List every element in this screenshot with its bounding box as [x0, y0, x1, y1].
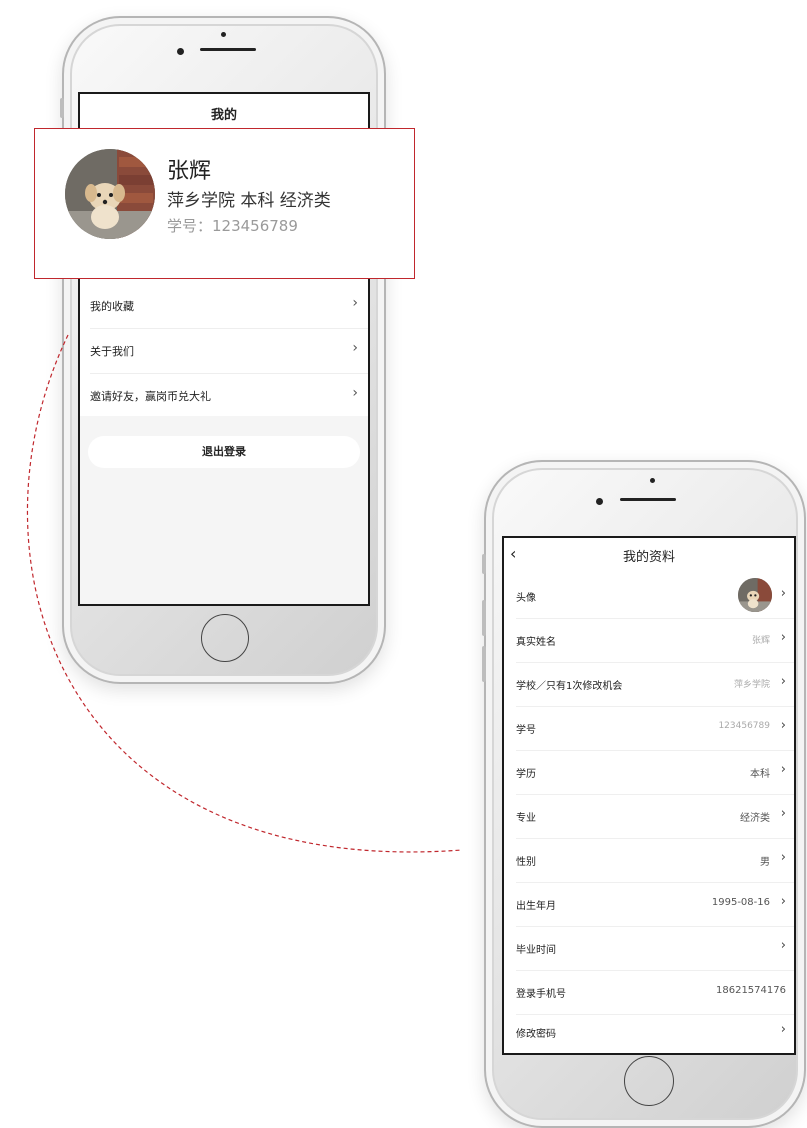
chevron-right-icon: › — [780, 1022, 786, 1037]
home-button[interactable] — [624, 1056, 674, 1106]
profile-row-gender[interactable]: 性别 男 › — [504, 838, 794, 881]
page-title: 我的 — [210, 108, 237, 123]
front-camera — [596, 498, 603, 505]
menu-item-favorites[interactable]: 我的收藏 › — [80, 284, 368, 328]
row-value: 123456789 — [718, 721, 770, 731]
avatar — [65, 149, 155, 239]
row-value: 1995-08-16 — [711, 897, 770, 908]
chevron-right-icon: › — [352, 340, 358, 356]
user-school-info: 萍乡学院 本科 经济类 — [167, 191, 331, 211]
row-value: 本科 — [750, 769, 770, 780]
profile-row-change-password[interactable]: 修改密码 › — [504, 1010, 794, 1053]
chevron-right-icon: › — [780, 938, 786, 953]
menu-item-label: 邀请好友，赢岗币兑大礼 — [90, 390, 211, 403]
row-value: 萍乡学院 — [733, 680, 770, 690]
chevron-right-icon: › — [352, 295, 358, 311]
profile-row-real-name[interactable]: 真实姓名 张辉 › — [504, 618, 794, 661]
row-label: 修改密码 — [516, 1029, 556, 1040]
front-camera — [177, 48, 184, 55]
menu-item-about[interactable]: 关于我们 › — [80, 329, 368, 373]
sensor-dot — [221, 32, 226, 37]
profile-row-birth-date[interactable]: 出生年月 1995-08-16 › — [504, 882, 794, 925]
row-label: 出生年月 — [516, 901, 556, 912]
row-label: 真实姓名 — [516, 637, 556, 648]
row-label: 毕业时间 — [516, 945, 556, 956]
row-label: 学号 — [516, 725, 536, 736]
user-name: 张辉 — [167, 159, 212, 184]
profile-row-school[interactable]: 学校／只有1次修改机会 萍乡学院 › — [504, 662, 794, 705]
menu-item-invite[interactable]: 邀请好友，赢岗币兑大礼 › — [80, 374, 368, 418]
avatar — [738, 578, 772, 612]
speaker-grille — [200, 48, 256, 51]
puppy-photo-icon — [65, 149, 155, 239]
profile-row-avatar[interactable]: 头像 › — [504, 574, 794, 617]
row-label: 学校／只有1次修改机会 — [516, 681, 623, 692]
row-label: 头像 — [516, 593, 536, 604]
chevron-right-icon: › — [780, 806, 786, 821]
puppy-photo-icon — [738, 578, 772, 612]
profile-row-major[interactable]: 专业 经济类 › — [504, 794, 794, 837]
side-button — [482, 554, 486, 574]
row-label: 登录手机号 — [516, 989, 566, 1000]
student-id: 学号：123456789 — [167, 217, 298, 235]
profile-callout: 张辉 萍乡学院 本科 经济类 学号：123456789 — [34, 128, 415, 279]
speaker-grille — [620, 498, 676, 501]
volume-down-button — [482, 646, 486, 682]
profile-row-education[interactable]: 学历 本科 › — [504, 750, 794, 793]
chevron-right-icon: › — [780, 630, 786, 645]
chevron-right-icon: › — [780, 762, 786, 777]
chevron-right-icon: › — [780, 894, 786, 909]
logout-button[interactable]: 退出登录 — [88, 436, 360, 468]
volume-up-button — [482, 600, 486, 636]
nav-header: ‹ 我的资料 — [504, 538, 794, 568]
screen-profile: ‹ 我的资料 头像 › 真实姓名 张辉 › 学校／只有1次修改机会 萍乡学院 › — [502, 536, 796, 1055]
chevron-right-icon: › — [780, 674, 786, 689]
row-value: 经济类 — [740, 813, 770, 824]
chevron-right-icon: › — [780, 850, 786, 865]
profile-row-student-id[interactable]: 学号 123456789 › — [504, 706, 794, 749]
menu-item-label: 关于我们 — [90, 345, 134, 358]
chevron-right-icon: › — [780, 718, 786, 733]
profile-row-graduation-date[interactable]: 毕业时间 › — [504, 926, 794, 969]
chevron-right-icon: › — [780, 586, 786, 601]
row-label: 学历 — [516, 769, 536, 780]
row-value: 张辉 — [751, 636, 770, 646]
home-button[interactable] — [201, 614, 249, 662]
menu-item-label: 我的收藏 — [90, 300, 134, 313]
row-label: 专业 — [516, 813, 536, 824]
page-title: 我的资料 — [622, 550, 675, 565]
chevron-right-icon: › — [352, 385, 358, 401]
row-value: 18621574176 — [716, 985, 786, 996]
side-button — [60, 98, 64, 118]
profile-row-phone: 登录手机号 18621574176 — [504, 970, 794, 1013]
row-label: 性别 — [516, 857, 536, 868]
sensor-dot — [650, 478, 655, 483]
row-value: 男 — [760, 857, 770, 868]
